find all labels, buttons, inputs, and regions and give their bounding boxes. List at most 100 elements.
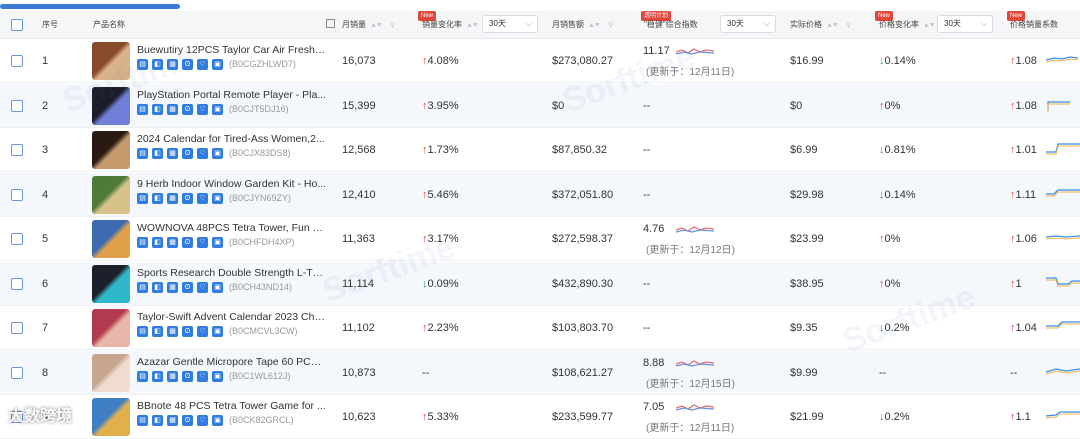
table-row[interactable]: 4 9 Herb Indoor Window Garden Kit - Ho...… xyxy=(0,172,1080,217)
favorite-icon[interactable]: ♡ xyxy=(197,326,208,337)
table-row[interactable]: 8 Azazar Gentle Micropore Tape 60 PCS ...… xyxy=(0,350,1080,395)
select-all-checkbox[interactable] xyxy=(11,19,23,31)
listing-icon[interactable]: ▤ xyxy=(137,192,148,204)
store-icon[interactable]: ▣ xyxy=(212,415,223,426)
row-checkbox[interactable] xyxy=(11,322,23,334)
amazon-icon[interactable]: ʘ xyxy=(182,59,193,70)
store-icon[interactable]: ▣ xyxy=(212,370,223,382)
table-row[interactable]: 3 2024 Calendar for Tired-Ass Women,2... ▤… xyxy=(0,128,1080,172)
table-row[interactable]: 1 Buewutiry 12PCS Taylor Car Air Freshe..… xyxy=(0,39,1080,83)
keyword-icon[interactable]: ▦ xyxy=(167,237,178,248)
copy-icon[interactable]: ◧ xyxy=(152,192,163,204)
favorite-icon[interactable]: ♡ xyxy=(197,148,208,159)
favorite-icon[interactable]: ♡ xyxy=(197,370,208,382)
amazon-icon[interactable]: ʘ xyxy=(182,192,193,204)
store-icon[interactable]: ▣ xyxy=(212,281,223,293)
table-row[interactable]: 6 Sports Research Double Strength L-Th...… xyxy=(0,261,1080,306)
keyword-icon[interactable]: ▦ xyxy=(167,103,178,115)
copy-icon[interactable]: ◧ xyxy=(152,370,163,382)
favorite-icon[interactable]: ♡ xyxy=(197,281,208,293)
header-sales-change[interactable]: 销量变化率 ▲▼ xyxy=(422,11,479,39)
keyword-icon[interactable]: ▦ xyxy=(167,281,178,293)
keyword-icon[interactable]: ▦ xyxy=(167,148,178,159)
product-thumbnail[interactable] xyxy=(92,398,130,436)
amazon-icon[interactable]: ʘ xyxy=(182,237,193,248)
product-thumbnail[interactable] xyxy=(92,131,130,169)
listing-icon[interactable]: ▤ xyxy=(137,59,148,70)
row-checkbox[interactable] xyxy=(11,188,23,201)
header-price-sales-coef[interactable]: 价格销量系数 xyxy=(1010,11,1058,39)
sort-icon[interactable]: ▲▼ xyxy=(466,22,479,29)
listing-icon[interactable]: ▤ xyxy=(137,103,148,115)
row-checkbox[interactable] xyxy=(11,99,23,112)
amazon-icon[interactable]: ʘ xyxy=(182,370,193,382)
keyword-icon[interactable]: ▦ xyxy=(167,370,178,382)
scrollbar-thumb[interactable] xyxy=(0,4,180,9)
keyword-icon[interactable]: ▦ xyxy=(167,326,178,337)
header-price-change[interactable]: 价格变化率 ▲▼ xyxy=(879,11,936,39)
product-title-link[interactable]: 2024 Calendar for Tired-Ass Women,2... xyxy=(137,133,327,145)
header-composite-index[interactable]: "稳健"综合指数 xyxy=(644,11,698,39)
table-row[interactable]: 7 Taylor-Swift Advent Calendar 2023 Chri.… xyxy=(0,306,1080,350)
row-checkbox[interactable] xyxy=(11,233,23,245)
row-checkbox[interactable] xyxy=(11,144,23,156)
favorite-icon[interactable]: ♡ xyxy=(197,192,208,204)
product-title-link[interactable]: BBnote 48 PCS Tetra Tower Game for ... xyxy=(137,400,327,412)
product-title-link[interactable]: 9 Herb Indoor Window Garden Kit - Ho... xyxy=(137,178,327,190)
favorite-icon[interactable]: ♡ xyxy=(197,415,208,426)
amazon-icon[interactable]: ʘ xyxy=(182,148,193,159)
product-title-link[interactable]: Azazar Gentle Micropore Tape 60 PCS ... xyxy=(137,356,327,368)
listing-icon[interactable]: ▤ xyxy=(137,415,148,426)
product-title-link[interactable]: PlayStation Portal Remote Player - Pla..… xyxy=(137,89,327,101)
row-checkbox[interactable] xyxy=(11,277,23,290)
filter-icon[interactable]: ⚲ xyxy=(390,22,395,29)
product-title-link[interactable]: WOWNOVA 48PCS Tetra Tower, Fun B... xyxy=(137,222,327,234)
sort-icon[interactable]: ▲▼ xyxy=(826,22,839,29)
copy-icon[interactable]: ◧ xyxy=(152,148,163,159)
product-title-link[interactable]: Buewutiry 12PCS Taylor Car Air Freshe... xyxy=(137,44,327,56)
listing-icon[interactable]: ▤ xyxy=(137,326,148,337)
sort-icon[interactable]: ▲▼ xyxy=(588,22,601,29)
product-thumbnail[interactable] xyxy=(92,175,130,214)
copy-icon[interactable]: ◧ xyxy=(152,103,163,115)
amazon-icon[interactable]: ʘ xyxy=(182,103,193,115)
amazon-icon[interactable]: ʘ xyxy=(182,415,193,426)
favorite-icon[interactable]: ♡ xyxy=(197,59,208,70)
header-monthly-revenue[interactable]: 月销售额 ▲▼ ⚲ xyxy=(552,11,613,39)
copy-icon[interactable]: ◧ xyxy=(152,59,163,70)
table-row[interactable]: 2 PlayStation Portal Remote Player - Pla.… xyxy=(0,83,1080,128)
table-row[interactable]: 5 WOWNOVA 48PCS Tetra Tower, Fun B... ▤ ◧ ▦ ʘ… xyxy=(0,217,1080,261)
keyword-icon[interactable]: ▦ xyxy=(167,192,178,204)
product-thumbnail[interactable] xyxy=(92,42,130,80)
store-icon[interactable]: ▣ xyxy=(212,192,223,204)
period-select-sales[interactable]: 30天 ⌵ xyxy=(482,15,538,33)
amazon-icon[interactable]: ʘ xyxy=(182,326,193,337)
store-icon[interactable]: ▣ xyxy=(212,326,223,337)
listing-icon[interactable]: ▤ xyxy=(137,281,148,293)
period-select-price[interactable]: 30天 ⌵ xyxy=(937,15,993,33)
store-icon[interactable]: ▣ xyxy=(212,103,223,115)
copy-icon[interactable]: ◧ xyxy=(152,326,163,337)
filter-icon[interactable]: ⚲ xyxy=(608,22,613,29)
product-title-link[interactable]: Taylor-Swift Advent Calendar 2023 Chri..… xyxy=(137,311,327,323)
table-row[interactable]: 9 BBnote 48 PCS Tetra Tower Game for ... ▤… xyxy=(0,395,1080,439)
sort-icon[interactable]: ▲▼ xyxy=(370,22,383,29)
product-thumbnail[interactable] xyxy=(92,86,130,125)
favorite-icon[interactable]: ♡ xyxy=(197,237,208,248)
keyword-icon[interactable]: ▦ xyxy=(167,59,178,70)
copy-icon[interactable]: ◧ xyxy=(152,237,163,248)
favorite-icon[interactable]: ♡ xyxy=(197,103,208,115)
amazon-icon[interactable]: ʘ xyxy=(182,281,193,293)
store-icon[interactable]: ▣ xyxy=(212,148,223,159)
listing-icon[interactable]: ▤ xyxy=(137,237,148,248)
header-monthly-sales[interactable]: 月销量 ▲▼ ⚲ xyxy=(342,11,395,39)
store-icon[interactable]: ▣ xyxy=(212,59,223,70)
row-checkbox[interactable] xyxy=(11,55,23,67)
listing-icon[interactable]: ▤ xyxy=(137,148,148,159)
sort-icon[interactable]: ▲▼ xyxy=(923,22,936,29)
copy-icon[interactable]: ◧ xyxy=(152,281,163,293)
product-title-link[interactable]: Sports Research Double Strength L-Th... xyxy=(137,267,327,279)
copy-icon[interactable]: ◧ xyxy=(152,415,163,426)
listing-icon[interactable]: ▤ xyxy=(137,370,148,382)
header-actual-price[interactable]: 实际价格 ▲▼ ⚲ xyxy=(790,11,851,39)
